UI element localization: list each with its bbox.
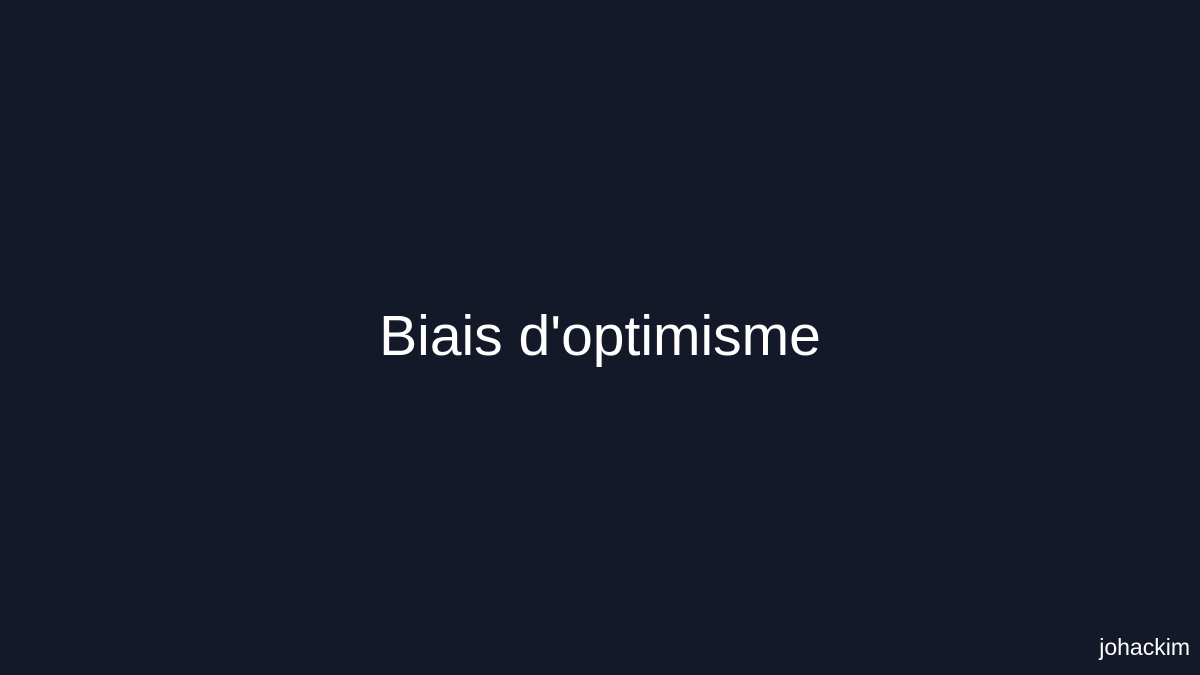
author-watermark: johackim: [1099, 634, 1190, 660]
slide-title: Biais d'optimisme: [379, 304, 821, 368]
